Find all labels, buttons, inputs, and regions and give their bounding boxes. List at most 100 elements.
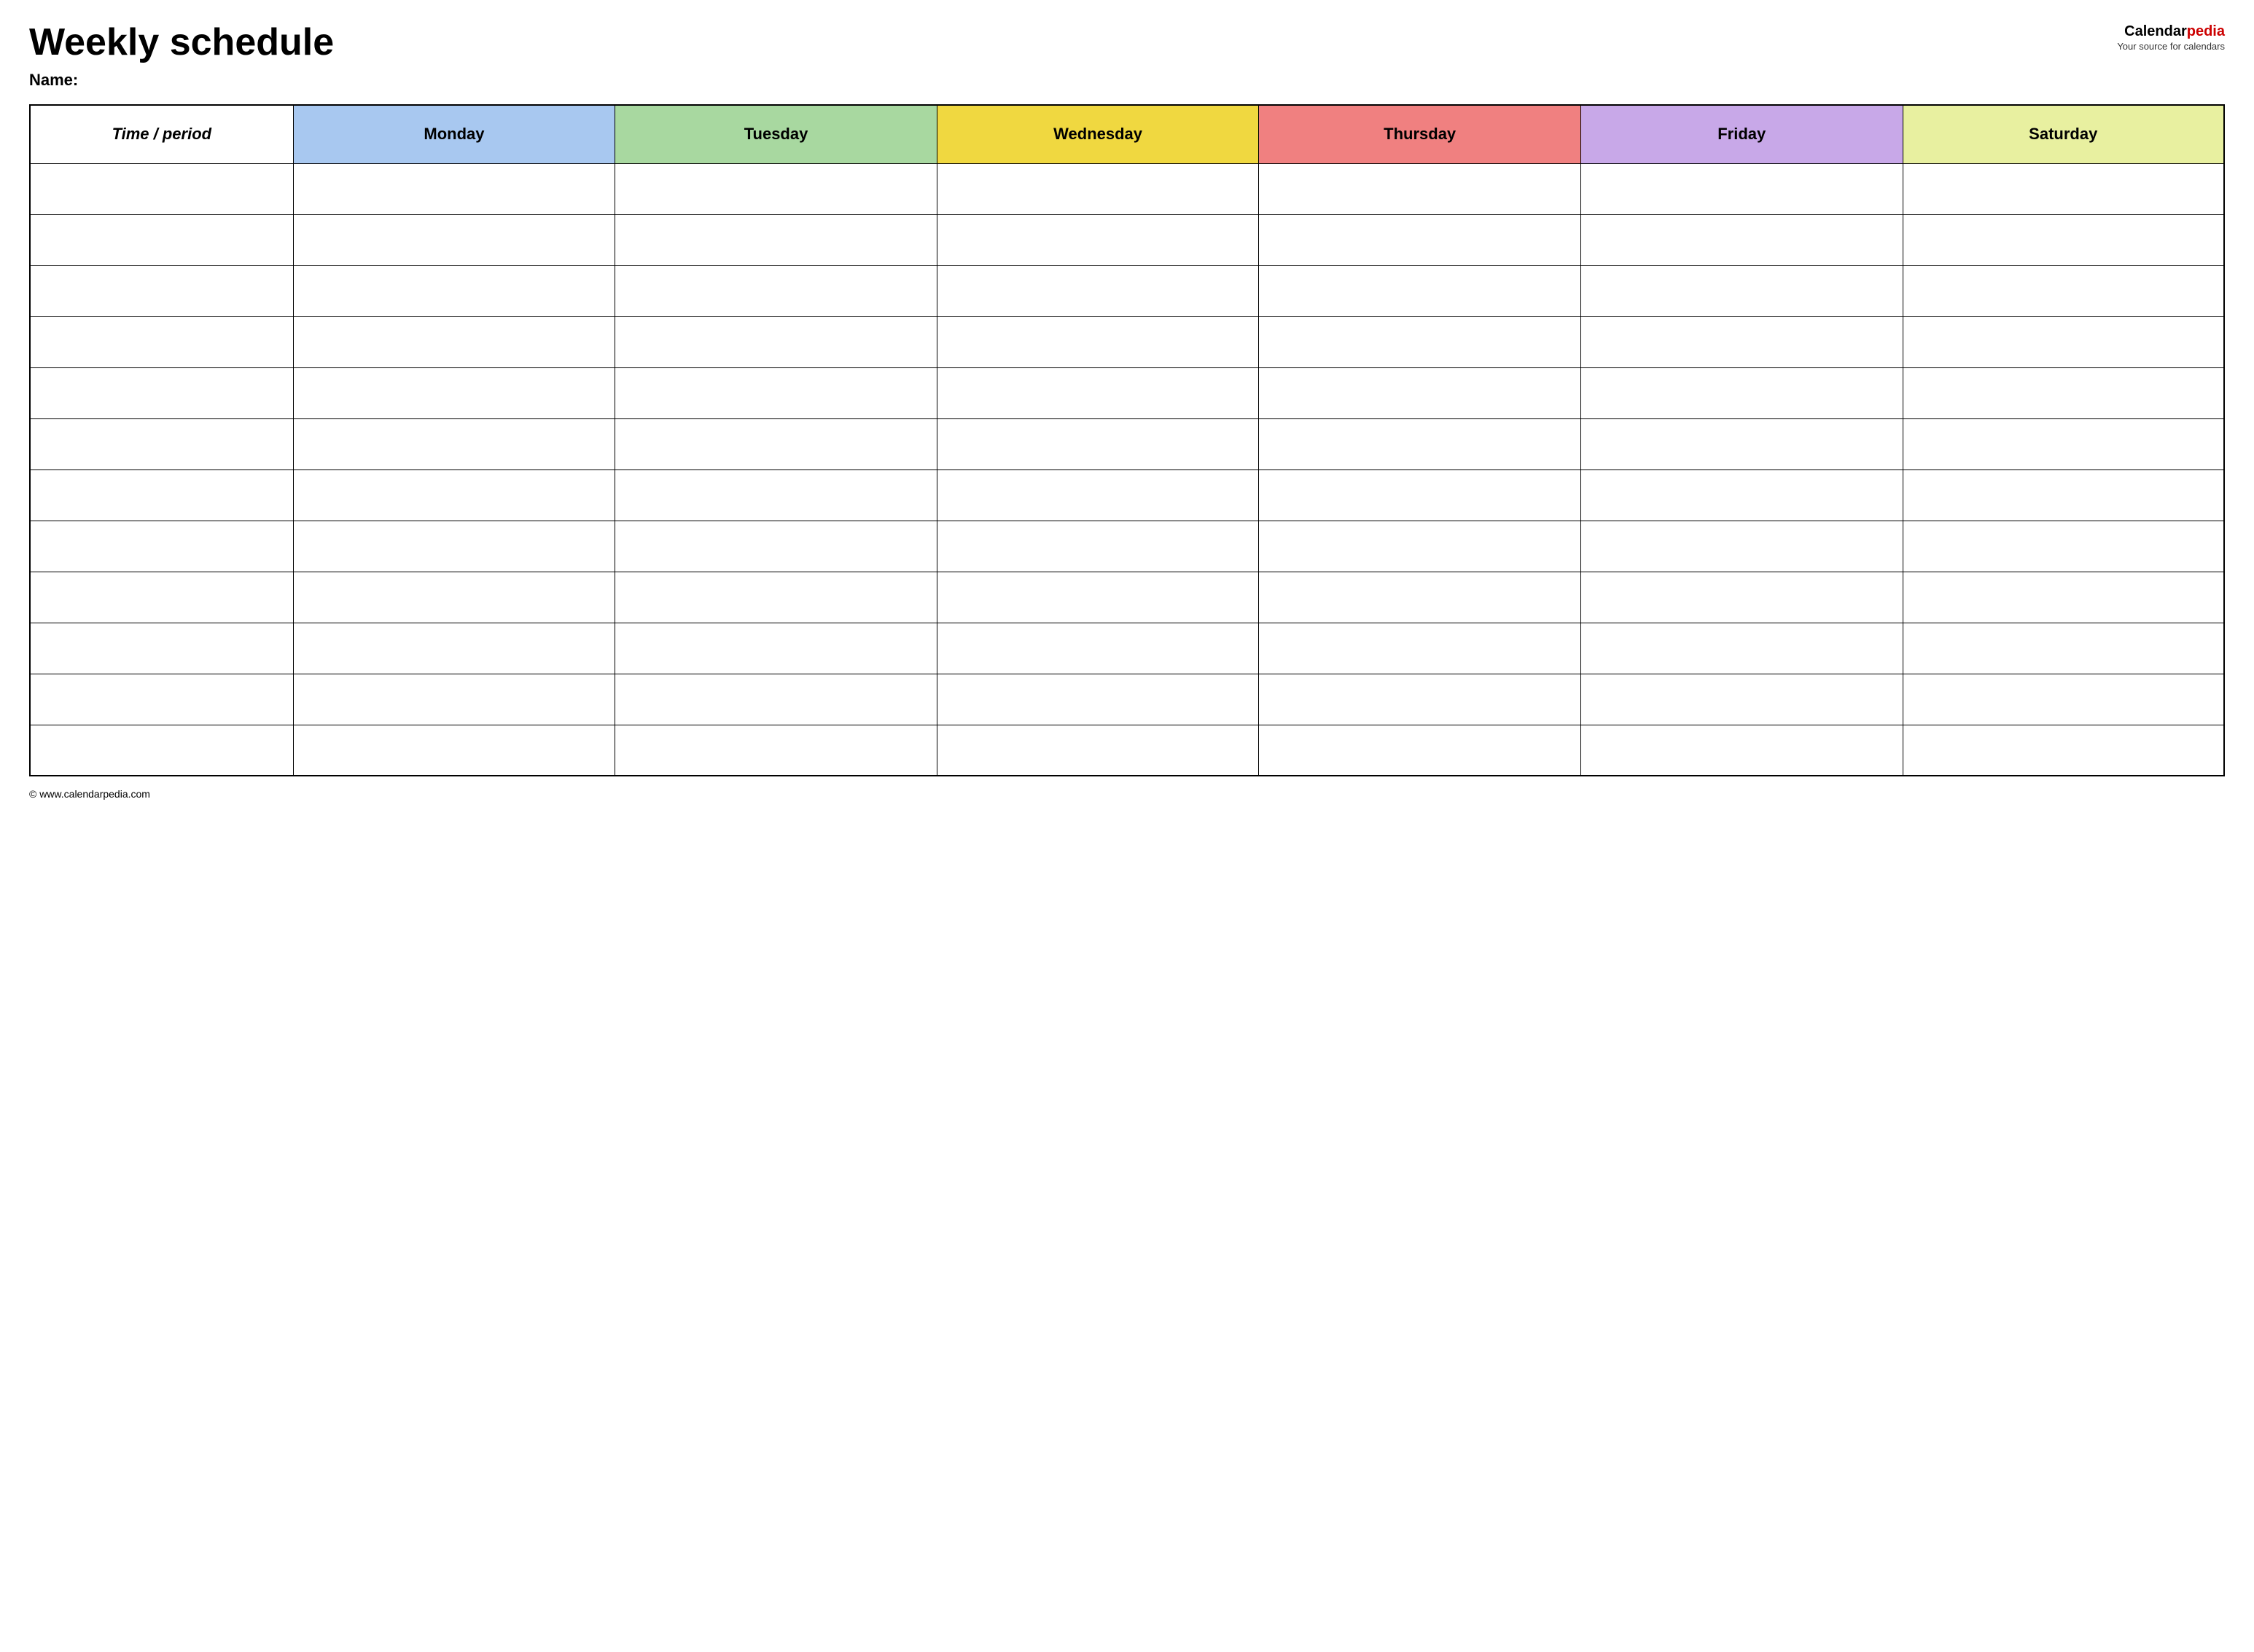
schedule-cell[interactable] — [1903, 521, 2224, 572]
schedule-cell[interactable] — [1580, 623, 1903, 674]
schedule-cell[interactable] — [937, 725, 1259, 776]
footer: © www.calendarpedia.com — [29, 788, 2225, 800]
schedule-cell[interactable] — [1903, 163, 2224, 214]
schedule-cell[interactable] — [1259, 163, 1581, 214]
schedule-cell[interactable] — [615, 572, 937, 623]
time-cell[interactable] — [30, 367, 293, 418]
table-row — [30, 214, 2224, 265]
schedule-cell[interactable] — [1903, 418, 2224, 470]
schedule-cell[interactable] — [1259, 470, 1581, 521]
footer-url: © www.calendarpedia.com — [29, 788, 150, 800]
schedule-cell[interactable] — [1580, 316, 1903, 367]
schedule-cell[interactable] — [937, 521, 1259, 572]
schedule-cell[interactable] — [615, 163, 937, 214]
schedule-cell[interactable] — [937, 470, 1259, 521]
schedule-cell[interactable] — [293, 418, 615, 470]
schedule-cell[interactable] — [1903, 265, 2224, 316]
schedule-cell[interactable] — [1259, 265, 1581, 316]
schedule-cell[interactable] — [293, 674, 615, 725]
schedule-cell[interactable] — [293, 623, 615, 674]
schedule-cell[interactable] — [937, 163, 1259, 214]
header-wednesday: Wednesday — [937, 105, 1259, 163]
schedule-cell[interactable] — [293, 265, 615, 316]
schedule-cell[interactable] — [1903, 214, 2224, 265]
time-cell[interactable] — [30, 265, 293, 316]
time-cell[interactable] — [30, 418, 293, 470]
schedule-cell[interactable] — [937, 674, 1259, 725]
schedule-cell[interactable] — [1903, 572, 2224, 623]
time-cell[interactable] — [30, 214, 293, 265]
table-row — [30, 367, 2224, 418]
schedule-cell[interactable] — [1580, 572, 1903, 623]
schedule-cell[interactable] — [615, 367, 937, 418]
schedule-cell[interactable] — [293, 470, 615, 521]
schedule-cell[interactable] — [293, 316, 615, 367]
logo-calendar: Calendar — [2124, 23, 2187, 39]
schedule-cell[interactable] — [1903, 674, 2224, 725]
time-cell[interactable] — [30, 163, 293, 214]
schedule-cell[interactable] — [615, 674, 937, 725]
schedule-cell[interactable] — [293, 725, 615, 776]
schedule-cell[interactable] — [1903, 725, 2224, 776]
schedule-cell[interactable] — [1259, 725, 1581, 776]
schedule-cell[interactable] — [615, 418, 937, 470]
schedule-cell[interactable] — [293, 163, 615, 214]
table-row — [30, 163, 2224, 214]
schedule-cell[interactable] — [615, 521, 937, 572]
time-cell[interactable] — [30, 316, 293, 367]
schedule-cell[interactable] — [293, 214, 615, 265]
table-row — [30, 674, 2224, 725]
schedule-cell[interactable] — [1903, 316, 2224, 367]
schedule-cell[interactable] — [1259, 674, 1581, 725]
schedule-cell[interactable] — [293, 521, 615, 572]
time-cell[interactable] — [30, 572, 293, 623]
name-label: Name: — [29, 71, 2094, 90]
schedule-cell[interactable] — [1580, 418, 1903, 470]
schedule-cell[interactable] — [293, 572, 615, 623]
time-cell[interactable] — [30, 725, 293, 776]
schedule-cell[interactable] — [937, 367, 1259, 418]
schedule-cell[interactable] — [937, 265, 1259, 316]
header-monday: Monday — [293, 105, 615, 163]
table-row — [30, 725, 2224, 776]
logo-text: Calendarpedia Your source for calendars — [2094, 22, 2225, 53]
schedule-cell[interactable] — [1580, 163, 1903, 214]
schedule-cell[interactable] — [615, 725, 937, 776]
page-header: Weekly schedule Name: Calendarpedia Your… — [29, 22, 2225, 90]
schedule-cell[interactable] — [1259, 367, 1581, 418]
schedule-cell[interactable] — [1580, 674, 1903, 725]
schedule-cell[interactable] — [1259, 623, 1581, 674]
schedule-cell[interactable] — [615, 265, 937, 316]
time-cell[interactable] — [30, 470, 293, 521]
schedule-cell[interactable] — [1259, 572, 1581, 623]
schedule-cell[interactable] — [1259, 214, 1581, 265]
schedule-cell[interactable] — [615, 470, 937, 521]
schedule-cell[interactable] — [615, 214, 937, 265]
schedule-cell[interactable] — [1259, 418, 1581, 470]
schedule-cell[interactable] — [937, 572, 1259, 623]
schedule-cell[interactable] — [615, 623, 937, 674]
time-cell[interactable] — [30, 674, 293, 725]
schedule-cell[interactable] — [1903, 470, 2224, 521]
schedule-cell[interactable] — [937, 418, 1259, 470]
schedule-cell[interactable] — [1580, 521, 1903, 572]
schedule-cell[interactable] — [937, 623, 1259, 674]
schedule-cell[interactable] — [615, 316, 937, 367]
table-row — [30, 265, 2224, 316]
schedule-cell[interactable] — [937, 316, 1259, 367]
schedule-cell[interactable] — [293, 367, 615, 418]
schedule-cell[interactable] — [1259, 521, 1581, 572]
schedule-cell[interactable] — [1580, 265, 1903, 316]
header-friday: Friday — [1580, 105, 1903, 163]
schedule-cell[interactable] — [1259, 316, 1581, 367]
schedule-cell[interactable] — [1903, 367, 2224, 418]
time-cell[interactable] — [30, 623, 293, 674]
time-cell[interactable] — [30, 521, 293, 572]
schedule-cell[interactable] — [1903, 623, 2224, 674]
schedule-cell[interactable] — [1580, 214, 1903, 265]
logo-tagline: Your source for calendars — [2094, 41, 2225, 53]
schedule-cell[interactable] — [1580, 470, 1903, 521]
schedule-cell[interactable] — [1580, 367, 1903, 418]
schedule-cell[interactable] — [1580, 725, 1903, 776]
schedule-cell[interactable] — [937, 214, 1259, 265]
